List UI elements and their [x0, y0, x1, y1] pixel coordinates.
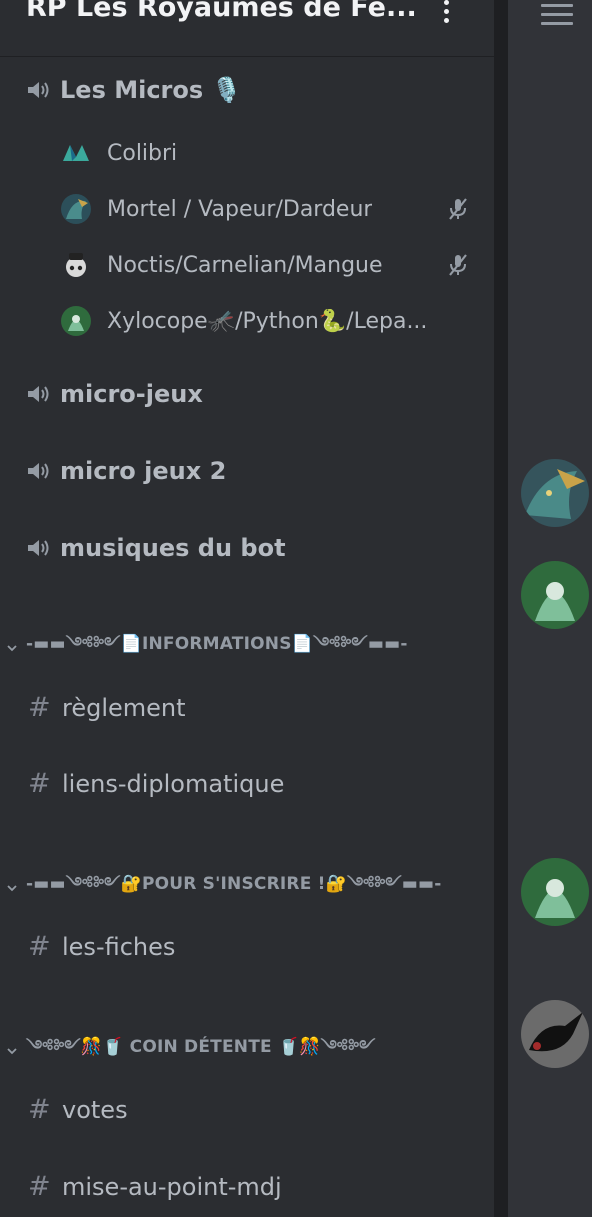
- user-avatar: [61, 194, 91, 224]
- chevron-down-icon: [7, 645, 17, 652]
- muted-microphone-icon: [449, 254, 467, 276]
- text-channel-les-fiches[interactable]: # les-fiches: [28, 931, 175, 962]
- category-name: -▬▬༺༻📄INFORMATIONS📄༺༻▬▬-: [26, 634, 408, 654]
- category-name: ༺༻🎊🥤 COIN DÉTENTE 🥤🎊༺༻: [26, 1037, 376, 1057]
- hash-icon: #: [28, 1094, 51, 1125]
- text-channel-name: liens-diplomatique: [62, 769, 285, 798]
- user-avatar: [66, 253, 86, 277]
- text-channel-name: règlement: [62, 693, 186, 722]
- voice-user-xylocope[interactable]: Xylocope🦟/Python🐍/Lepa...: [60, 305, 470, 337]
- voice-user-name: Xylocope🦟/Python🐍/Lepa...: [107, 308, 428, 334]
- kebab-menu-icon[interactable]: [436, 0, 456, 26]
- member-avatar[interactable]: [521, 459, 589, 527]
- category-name: -▬▬༺༻🔐POUR S'INSCRIRE !🔐༺༻▬▬-: [26, 874, 442, 894]
- voice-channel-name: micro-jeux: [60, 380, 203, 408]
- category-coin-detente[interactable]: ༺༻🎊🥤 COIN DÉTENTE 🥤🎊༺༻: [6, 1027, 375, 1075]
- voice-channel-name: musiques du bot: [60, 534, 286, 562]
- text-channel-mise-au-point-mdj[interactable]: # mise-au-point-mdj: [28, 1171, 282, 1202]
- text-channel-name: les-fiches: [62, 932, 176, 961]
- member-avatar[interactable]: [521, 561, 589, 629]
- voice-user-mortel[interactable]: Mortel / Vapeur/Dardeur: [60, 193, 470, 225]
- dragon-avatar-icon: [521, 459, 589, 527]
- channel-sidebar: RP Les Royaumes de Fe... Les Micros 🎙️ C…: [0, 0, 494, 1217]
- voice-user-noctis[interactable]: Noctis/Carnelian/Mangue: [60, 249, 470, 281]
- voice-channel-name: micro jeux 2: [60, 457, 227, 485]
- hash-icon: #: [28, 768, 51, 799]
- voice-channel-micro-jeux-2[interactable]: micro jeux 2: [26, 457, 226, 485]
- voice-user-colibri[interactable]: Colibri: [60, 137, 470, 169]
- text-channel-votes[interactable]: # votes: [28, 1094, 128, 1125]
- speaker-icon: [28, 463, 49, 479]
- voice-user-name: Mortel / Vapeur/Dardeur: [107, 196, 373, 222]
- speaker-icon: [28, 82, 49, 98]
- speaker-icon: [28, 386, 49, 402]
- user-avatar: [63, 145, 89, 161]
- speaker-icon: [28, 540, 49, 556]
- muted-microphone-icon: [449, 198, 467, 220]
- category-pour-s-inscrire[interactable]: -▬▬༺༻🔐POUR S'INSCRIRE !🔐༺༻▬▬-: [6, 864, 442, 912]
- text-channel-name: mise-au-point-mdj: [62, 1172, 282, 1201]
- voice-user-name: Colibri: [107, 140, 178, 166]
- voice-channel-musiques-du-bot[interactable]: musiques du bot: [26, 534, 286, 562]
- server-title[interactable]: RP Les Royaumes de Fe...: [26, 0, 417, 23]
- voice-channel-micro-jeux[interactable]: micro-jeux: [26, 380, 203, 408]
- black-creature-avatar-icon: [521, 1000, 589, 1068]
- forest-avatar-icon: [521, 858, 589, 926]
- member-avatar[interactable]: [521, 858, 589, 926]
- text-channel-name: votes: [62, 1095, 128, 1124]
- voice-channel-name: Les Micros 🎙️: [60, 76, 242, 104]
- chevron-down-icon: [7, 885, 17, 892]
- panel-divider: [494, 0, 508, 1217]
- hash-icon: #: [28, 931, 51, 962]
- hash-icon: #: [28, 1171, 51, 1202]
- header-divider: [0, 56, 494, 57]
- text-channel-liens-diplomatique[interactable]: # liens-diplomatique: [28, 768, 284, 799]
- forest-avatar-icon: [521, 561, 589, 629]
- category-informations[interactable]: -▬▬༺༻📄INFORMATIONS📄༺༻▬▬-: [6, 624, 408, 672]
- text-channel-reglement[interactable]: # règlement: [28, 692, 186, 723]
- member-avatar[interactable]: [521, 1000, 589, 1068]
- voice-channel-les-micros[interactable]: Les Micros 🎙️: [26, 76, 241, 104]
- voice-user-name: Noctis/Carnelian/Mangue: [107, 252, 383, 278]
- user-avatar: [61, 306, 91, 336]
- chevron-down-icon: [7, 1048, 17, 1055]
- hash-icon: #: [28, 692, 51, 723]
- hamburger-menu-icon[interactable]: [541, 4, 573, 31]
